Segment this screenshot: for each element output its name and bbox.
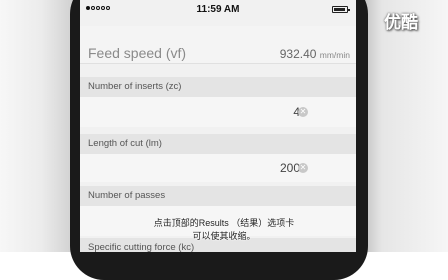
feed-speed-number: 932.40 (279, 47, 317, 61)
app-screen: 11:59 AM Feed speed (vf) 932.40 mm/min N… (80, 0, 356, 252)
feed-speed-label: Feed speed (vf) (88, 45, 187, 61)
right-background (360, 0, 448, 252)
inserts-row[interactable]: 4 ✕ (80, 97, 356, 127)
clear-x-icon[interactable]: ✕ (298, 107, 308, 117)
status-time: 11:59 AM (196, 4, 240, 15)
status-bar: 11:59 AM (80, 0, 356, 20)
feed-speed-row: Feed speed (vf) 932.40 mm/min (80, 26, 356, 64)
battery-icon (332, 6, 350, 13)
length-of-cut-value[interactable]: 200 (280, 161, 300, 175)
subtitle-line-1: 点击顶部的Results （结果）选项卡 (153, 218, 295, 228)
left-background (0, 0, 75, 252)
length-of-cut-row[interactable]: 200 ✕ (80, 154, 356, 182)
subtitle-line-2: 可以使其收缩。 (192, 231, 256, 241)
inserts-header: Number of inserts (zc) (80, 77, 356, 97)
length-of-cut-header: Length of cut (lm) (80, 134, 356, 154)
youku-logo: 优酷 (384, 13, 418, 32)
feed-speed-unit: mm/min (319, 50, 350, 60)
number-of-passes-header: Number of passes (80, 186, 356, 206)
feed-speed-value: 932.40 mm/min (280, 47, 350, 61)
clear-x-icon[interactable]: ✕ (298, 163, 308, 173)
